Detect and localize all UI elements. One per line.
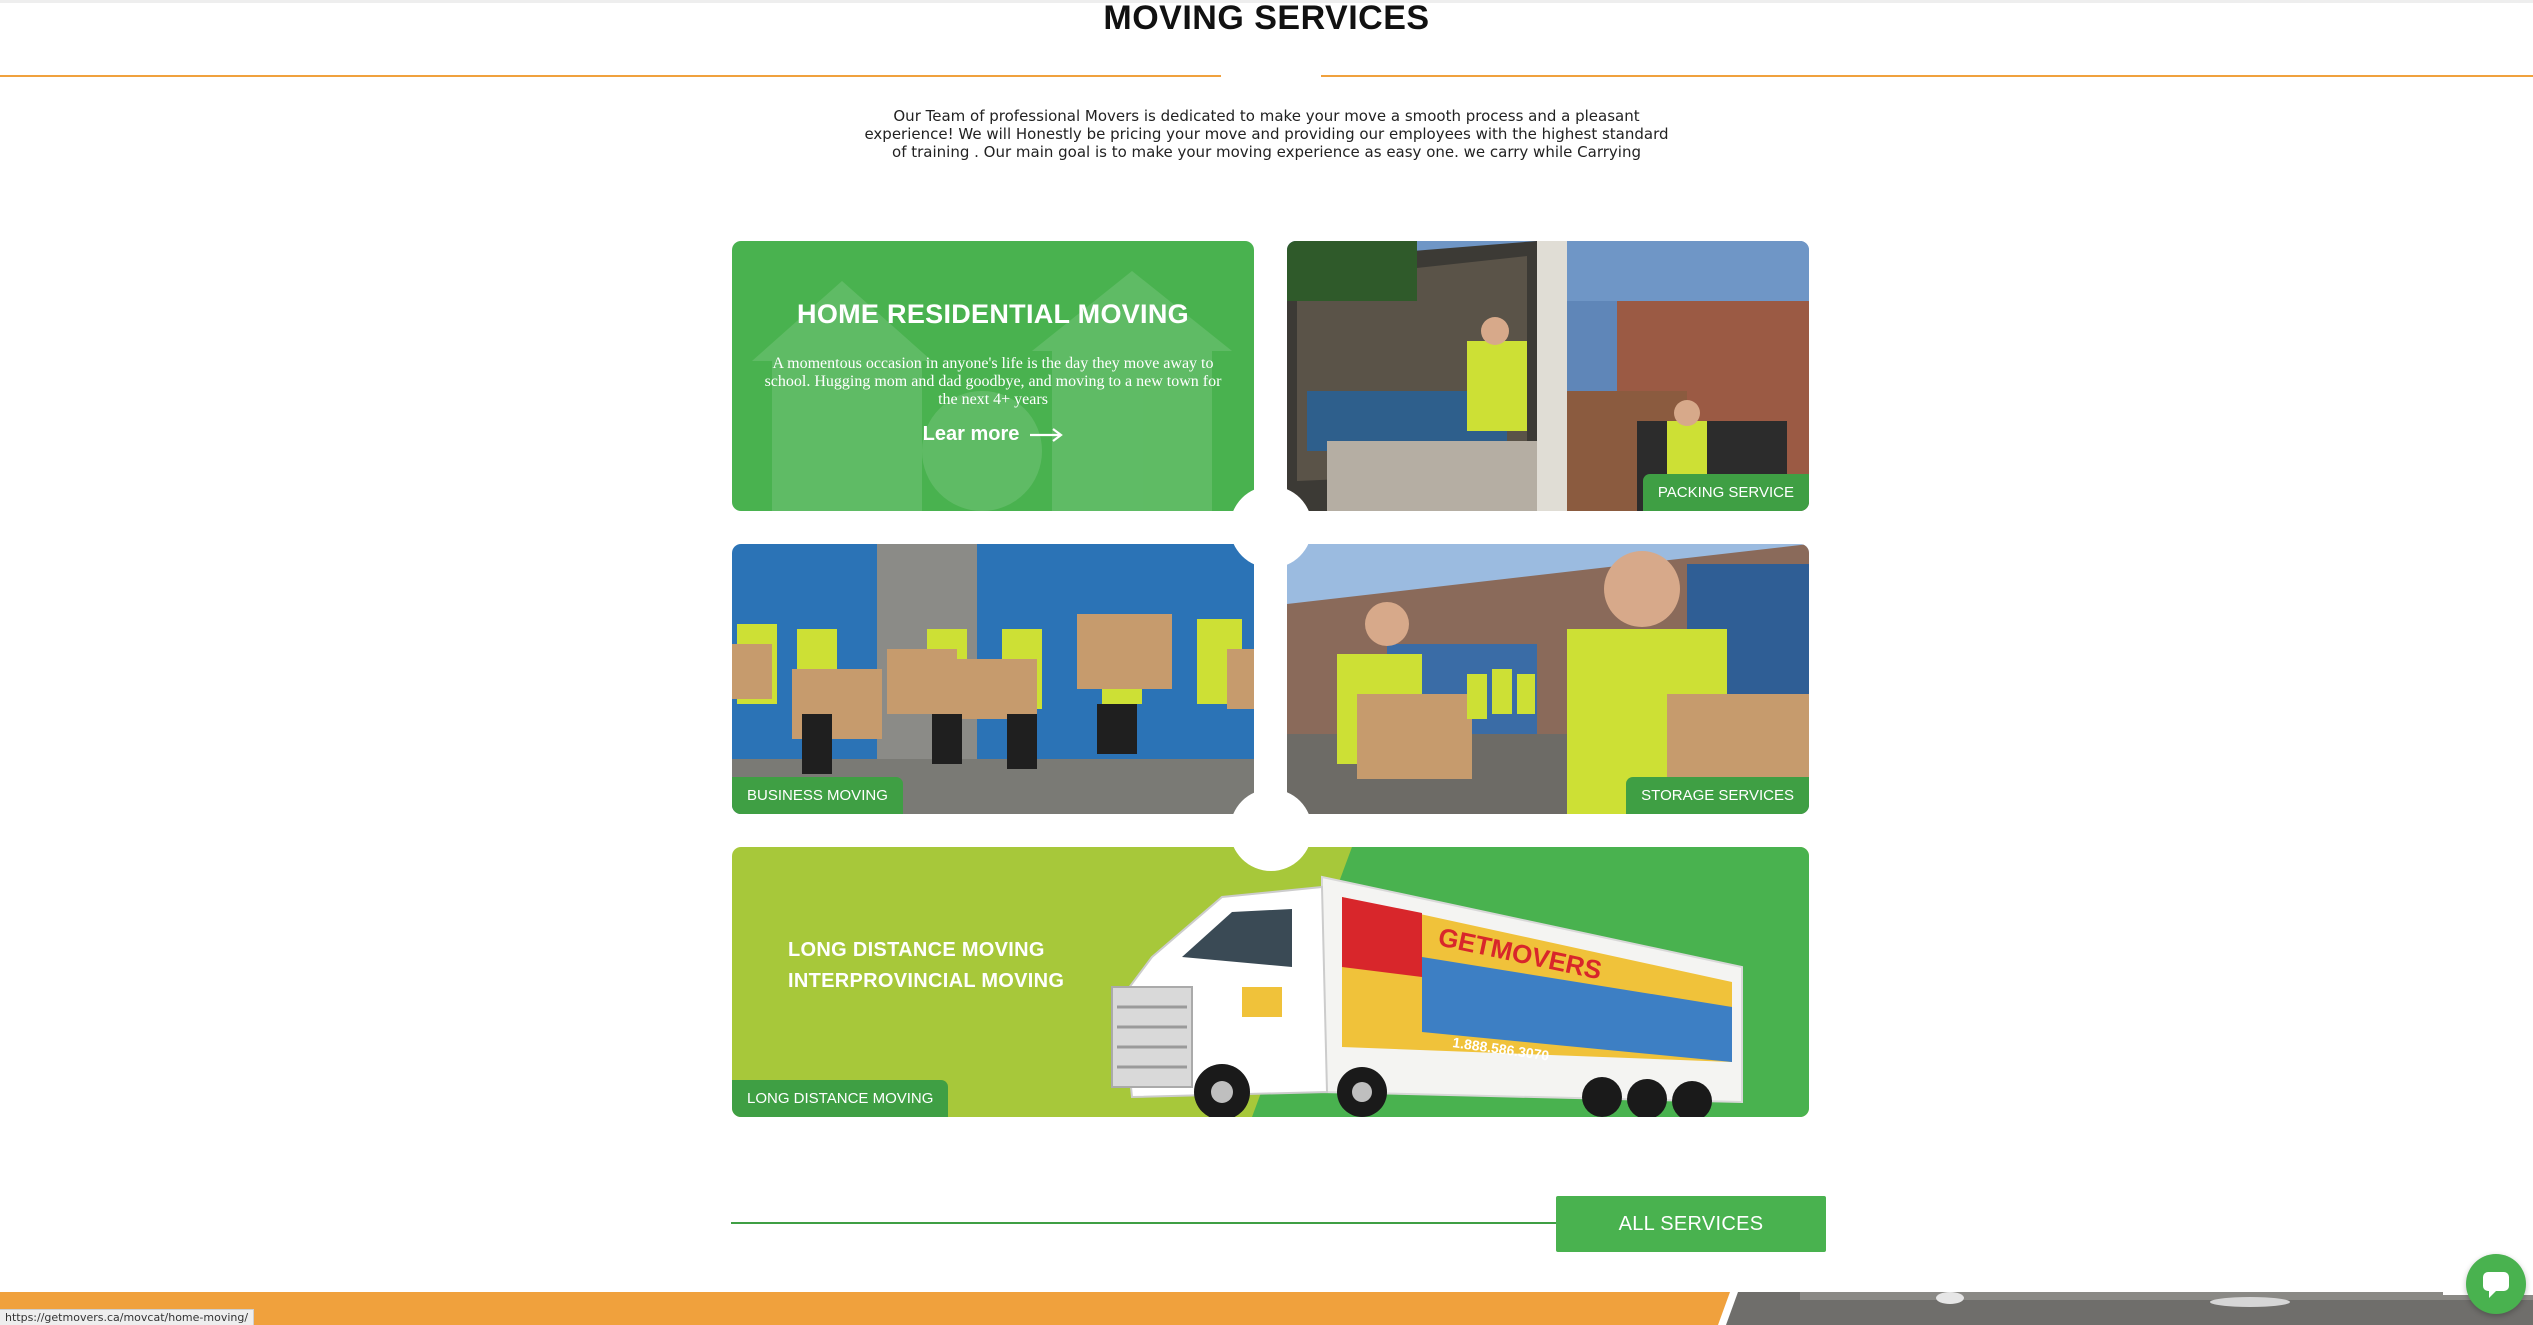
footer-banner-strip bbox=[0, 1292, 2533, 1325]
title-rule-left bbox=[0, 75, 1221, 77]
all-services-button[interactable]: ALL SERVICES bbox=[1556, 1196, 1826, 1252]
interprovincial-line: INTERPROVINCIAL MOVING bbox=[788, 970, 1065, 992]
home-residential-card[interactable]: HOME RESIDENTIAL MOVING A momentous occa… bbox=[732, 241, 1254, 511]
browser-status-url: https://getmovers.ca/movcat/home-moving/ bbox=[0, 1309, 255, 1325]
business-moving-card[interactable]: BUSINESS MOVING bbox=[732, 544, 1254, 814]
title-rule-right bbox=[1321, 75, 2533, 77]
packing-service-photo bbox=[1287, 241, 1809, 511]
packing-service-tag[interactable]: PACKING SERVICE bbox=[1642, 474, 1809, 511]
learn-more-label: Lear more bbox=[922, 423, 1020, 445]
business-moving-tag[interactable]: BUSINESS MOVING bbox=[732, 777, 903, 814]
home-card-title: HOME RESIDENTIAL MOVING bbox=[797, 299, 1189, 329]
learn-more-link[interactable]: Lear more bbox=[732, 423, 1254, 446]
business-moving-photo bbox=[732, 544, 1254, 814]
chat-button[interactable] bbox=[2466, 1254, 2526, 1314]
long-distance-line: LONG DISTANCE MOVING bbox=[788, 939, 1045, 961]
arrow-right-icon bbox=[1030, 427, 1064, 442]
card-grid-notch bbox=[1230, 486, 1312, 568]
storage-services-photo bbox=[1287, 544, 1809, 814]
card-grid-notch bbox=[1230, 789, 1312, 871]
chat-bubble-icon bbox=[2483, 1272, 2509, 1298]
long-distance-tag[interactable]: LONG DISTANCE MOVING bbox=[732, 1080, 949, 1117]
getmovers-truck-image: GETMOVERS 1.888.586.3070 bbox=[1111, 875, 1743, 1117]
home-card-description: A momentous occasion in anyone's life is… bbox=[764, 355, 1222, 408]
storage-services-card[interactable]: STORAGE SERVICES bbox=[1287, 544, 1809, 814]
storage-services-tag[interactable]: STORAGE SERVICES bbox=[1626, 777, 1809, 814]
long-distance-headline: LONG DISTANCE MOVING INTERPROVINCIAL MOV… bbox=[788, 935, 1064, 997]
section-intro: Our Team of professional Movers is dedic… bbox=[864, 107, 1669, 161]
section-title: MOVING SERVICES bbox=[1103, 0, 1430, 37]
long-distance-card[interactable]: LONG DISTANCE MOVING INTERPROVINCIAL MOV… bbox=[732, 847, 1809, 1117]
packing-service-card[interactable]: PACKING SERVICE bbox=[1287, 241, 1809, 511]
services-divider-line bbox=[731, 1222, 1556, 1224]
